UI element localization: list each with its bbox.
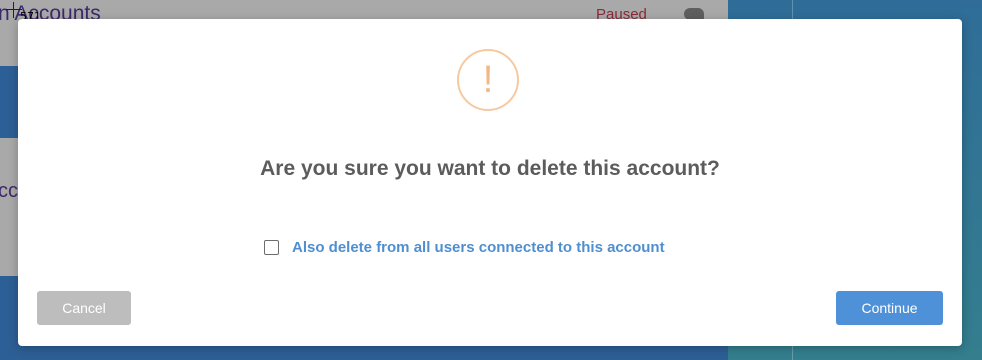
delete-all-users-label[interactable]: Also delete from all users connected to … — [292, 239, 665, 256]
delete-all-users-checkbox[interactable] — [264, 240, 279, 255]
exclamation-warning-icon: ! — [457, 49, 519, 111]
warning-glyph: ! — [482, 59, 494, 101]
dialog-question: Are you sure you want to delete this acc… — [260, 157, 720, 180]
delete-all-users-option[interactable]: Also delete from all users connected to … — [264, 239, 665, 256]
continue-button[interactable]: Continue — [836, 291, 943, 325]
delete-account-dialog: ! Are you sure you want to delete this a… — [18, 19, 962, 346]
cancel-button[interactable]: Cancel — [37, 291, 131, 325]
partial-text: cc — [0, 180, 18, 202]
